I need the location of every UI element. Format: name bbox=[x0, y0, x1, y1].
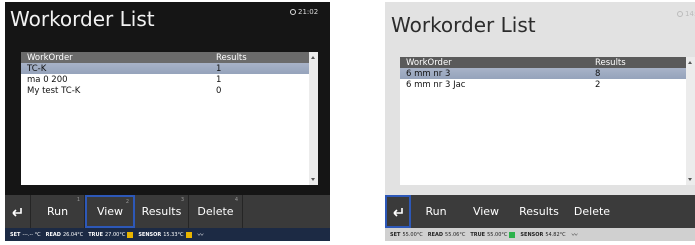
results-button[interactable]: Results bbox=[511, 195, 567, 228]
view-label: View bbox=[472, 205, 500, 218]
view-label: View bbox=[96, 205, 124, 218]
delete-button[interactable]: Delete 4 bbox=[189, 195, 243, 228]
clock: 14:0 bbox=[677, 10, 695, 18]
back-arrow-icon bbox=[392, 207, 403, 217]
list-row[interactable]: 6 mm nr 3 8 bbox=[400, 68, 695, 79]
delete-button[interactable]: Delete bbox=[567, 195, 617, 228]
workorder-name: 6 mm nr 3 bbox=[406, 68, 451, 79]
workorder-name: 6 mm nr 3 Jac bbox=[406, 79, 466, 90]
shortcut-number: 4 bbox=[234, 197, 238, 203]
results-count: 1 bbox=[216, 63, 222, 74]
shortcut-number: 2 bbox=[125, 199, 129, 205]
back-arrow-icon bbox=[12, 207, 22, 217]
run-label: Run bbox=[46, 205, 69, 218]
shortcut-number: 3 bbox=[180, 197, 184, 203]
status-bar: SET ---.-- °C READ 26.04°C TRUE 27.00°C … bbox=[5, 228, 330, 241]
status-read: READ 55.06°C bbox=[427, 231, 466, 238]
toolbar: Run View Results Delete bbox=[385, 195, 695, 228]
results-count: 1 bbox=[216, 74, 222, 85]
view-button[interactable]: View 2 bbox=[85, 195, 135, 228]
clock-time: 21:02 bbox=[298, 8, 319, 16]
back-button[interactable] bbox=[5, 195, 31, 228]
list-row[interactable]: TC-K 1 bbox=[21, 63, 318, 74]
column-header-results: Results bbox=[216, 52, 247, 63]
warning-flag-icon bbox=[185, 231, 192, 238]
status-sensor: SENSOR 54.82°C bbox=[520, 231, 566, 238]
list-row[interactable]: ma 0 200 1 bbox=[21, 74, 318, 85]
results-label: Results bbox=[141, 205, 182, 218]
check-flag-icon bbox=[509, 231, 516, 238]
list-header: WorkOrder Results bbox=[400, 57, 695, 68]
status-read: READ 26.04°C bbox=[45, 231, 84, 238]
column-header-workorder: WorkOrder bbox=[27, 52, 73, 63]
status-set: SET 55.00°C bbox=[390, 231, 423, 238]
list-row[interactable]: My test TC-K 0 bbox=[21, 85, 318, 96]
view-button[interactable]: View bbox=[461, 195, 511, 228]
scrollbar[interactable] bbox=[309, 52, 318, 185]
status-true: TRUE 27.00°C bbox=[88, 231, 134, 238]
column-header-workorder: WorkOrder bbox=[406, 57, 452, 68]
scroll-down-icon[interactable] bbox=[688, 178, 692, 181]
delete-label: Delete bbox=[197, 205, 234, 218]
results-label: Results bbox=[519, 205, 559, 218]
workorder-name: My test TC-K bbox=[27, 85, 81, 96]
column-header-results: Results bbox=[595, 57, 626, 68]
clock-icon bbox=[677, 11, 683, 17]
list-header: WorkOrder Results bbox=[21, 52, 318, 63]
signal-wave-icon: 〰 bbox=[197, 232, 204, 239]
workorder-list[interactable]: WorkOrder Results 6 mm nr 3 8 6 mm nr 3 … bbox=[400, 57, 695, 185]
page-title: Workorder List bbox=[10, 7, 155, 31]
device-screen-left: Workorder List 21:02 WorkOrder Results T… bbox=[5, 2, 330, 241]
run-button[interactable]: Run 1 bbox=[31, 195, 85, 228]
results-button[interactable]: Results 3 bbox=[135, 195, 189, 228]
back-button[interactable] bbox=[385, 195, 411, 228]
scrollbar[interactable] bbox=[686, 57, 695, 185]
delete-label: Delete bbox=[573, 205, 611, 218]
scroll-up-icon[interactable] bbox=[311, 56, 315, 59]
status-sensor: SENSOR 15.33°C bbox=[138, 231, 192, 238]
workorder-name: ma 0 200 bbox=[27, 74, 68, 85]
workorder-name: TC-K bbox=[27, 63, 47, 74]
clock: 21:02 bbox=[290, 8, 318, 16]
status-bar: SET 55.00°C READ 55.06°C TRUE 55.00°C SE… bbox=[385, 228, 695, 241]
warning-flag-icon bbox=[127, 231, 134, 238]
clock-icon bbox=[290, 9, 296, 15]
status-true: TRUE 55.00°C bbox=[470, 231, 516, 238]
run-button[interactable]: Run bbox=[411, 195, 461, 228]
status-set: SET ---.-- °C bbox=[10, 231, 41, 238]
clock-time: 14:0 bbox=[685, 10, 695, 18]
toolbar: Run 1 View 2 Results 3 Delete 4 bbox=[5, 195, 330, 228]
page-title: Workorder List bbox=[391, 13, 536, 37]
list-row[interactable]: 6 mm nr 3 Jac 2 bbox=[400, 79, 695, 90]
shortcut-number: 1 bbox=[76, 197, 80, 203]
scroll-down-icon[interactable] bbox=[311, 178, 315, 181]
signal-wave-icon: 〰 bbox=[571, 232, 578, 239]
results-count: 0 bbox=[216, 85, 222, 96]
workorder-list[interactable]: WorkOrder Results TC-K 1 ma 0 200 1 My t… bbox=[21, 52, 318, 185]
device-screen-right: Workorder List 14:0 WorkOrder Results 6 … bbox=[385, 2, 695, 241]
scroll-up-icon[interactable] bbox=[688, 61, 692, 64]
run-label: Run bbox=[425, 205, 447, 218]
results-count: 8 bbox=[595, 68, 601, 79]
results-count: 2 bbox=[595, 79, 601, 90]
